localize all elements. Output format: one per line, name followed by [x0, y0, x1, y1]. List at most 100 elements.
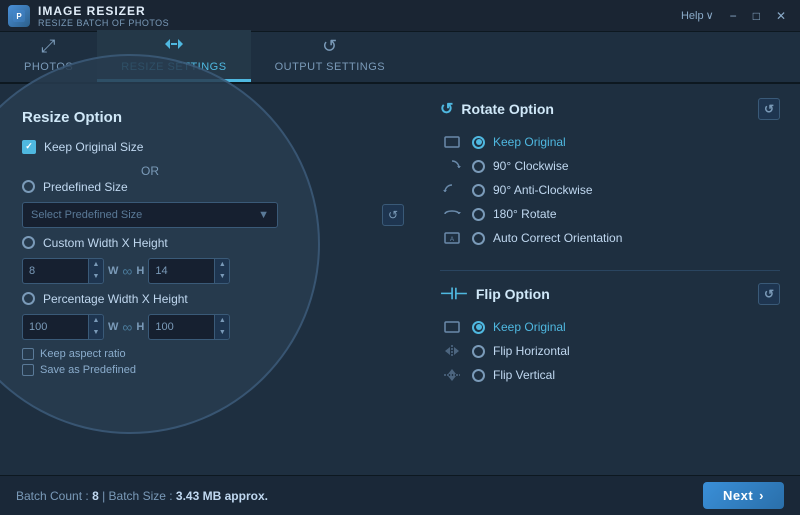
next-arrow-icon: ›: [759, 488, 764, 503]
rotate-180-icon: [440, 205, 464, 223]
custom-height-down[interactable]: ▼: [215, 271, 229, 283]
save-predefined-checkbox[interactable]: [22, 364, 34, 376]
resize-option-title: Resize Option: [22, 109, 278, 126]
pct-width-up[interactable]: ▲: [89, 315, 103, 327]
percentage-wh-label: Percentage Width X Height: [43, 292, 188, 306]
custom-width-up[interactable]: ▲: [89, 259, 103, 271]
close-button[interactable]: ✕: [770, 7, 792, 25]
custom-width-input[interactable]: 8 ▲ ▼: [22, 258, 104, 284]
pct-height-value: 100: [148, 314, 214, 340]
custom-wh-inputs: 8 ▲ ▼ W ∞ H 14 ▲ ▼: [22, 258, 278, 284]
help-button[interactable]: Help ∨: [675, 7, 720, 24]
predefined-size-radio[interactable]: [22, 180, 35, 193]
custom-height-input[interactable]: 14 ▲ ▼: [148, 258, 230, 284]
pct-width-input[interactable]: 100 ▲ ▼: [22, 314, 104, 340]
pct-height-up[interactable]: ▲: [215, 315, 229, 327]
output-tab-label: OUTPUT SETTINGS: [275, 61, 386, 73]
title-bar-left: P IMAGE RESIZER RESIZE BATCH OF PHOTOS: [8, 4, 169, 28]
next-button-label: Next: [723, 488, 753, 503]
rotate-90cw-radio[interactable]: [472, 160, 485, 173]
pct-width-down[interactable]: ▼: [89, 327, 103, 339]
custom-width-arrows: ▲ ▼: [88, 258, 104, 284]
flip-option-section: ⊣⊢ Flip Option ↺ Keep Original: [440, 283, 780, 387]
flip-vertical-row: Flip Vertical: [440, 363, 780, 387]
flip-section-icon: ⊣⊢: [440, 284, 468, 304]
rotate-reset-button[interactable]: ↺: [758, 98, 780, 120]
or-label: OR: [22, 164, 278, 178]
flip-horizontal-icon: [440, 342, 464, 360]
bottom-bar: Batch Count : 8 | Batch Size : 3.43 MB a…: [0, 475, 800, 515]
next-button[interactable]: Next ›: [703, 482, 784, 509]
rotate-90ccw-label: 90° Anti-Clockwise: [493, 183, 593, 197]
pct-height-down[interactable]: ▼: [215, 327, 229, 339]
custom-wh-label: Custom Width X Height: [43, 236, 168, 250]
predefined-size-select[interactable]: Select Predefined Size ▼: [22, 202, 278, 228]
save-as-predefined-row: Save as Predefined: [22, 364, 278, 376]
rotate-keep-original-label: Keep Original: [493, 135, 566, 149]
keep-aspect-ratio-label: Keep aspect ratio: [40, 348, 126, 360]
save-predefined-label: Save as Predefined: [40, 364, 136, 376]
app-subtitle: RESIZE BATCH OF PHOTOS: [38, 18, 169, 28]
custom-wh-row: Custom Width X Height: [22, 236, 278, 250]
rotate-180-radio[interactable]: [472, 208, 485, 221]
keep-aspect-ratio-row: Keep aspect ratio: [22, 348, 278, 360]
rotate-90cw-icon: [440, 157, 464, 175]
rotate-auto-icon: A: [440, 229, 464, 247]
pct-link-icon: ∞: [122, 319, 132, 335]
h-label: H: [136, 265, 144, 277]
rotate-keep-original-row: Keep Original: [440, 130, 780, 154]
batch-size-label: Batch Size :: [109, 489, 173, 503]
flip-vertical-label: Flip Vertical: [493, 368, 555, 382]
flip-vertical-radio[interactable]: [472, 369, 485, 382]
dropdown-arrow-icon: ▼: [258, 209, 269, 221]
pct-height-input[interactable]: 100 ▲ ▼: [148, 314, 230, 340]
rotate-90ccw-radio[interactable]: [472, 184, 485, 197]
app-title: IMAGE RESIZER RESIZE BATCH OF PHOTOS: [38, 4, 169, 28]
flip-reset-button[interactable]: ↺: [758, 283, 780, 305]
minimize-button[interactable]: −: [724, 7, 743, 25]
keep-original-size-label: Keep Original Size: [44, 140, 143, 154]
rotate-90ccw-row: 90° Anti-Clockwise: [440, 178, 780, 202]
pct-width-arrows: ▲ ▼: [88, 314, 104, 340]
predefined-size-label: Predefined Size: [43, 180, 128, 194]
rotate-auto-radio[interactable]: [472, 232, 485, 245]
right-panel: ↺ Rotate Option ↺ Keep Original: [420, 84, 800, 475]
rotate-auto-label: Auto Correct Orientation: [493, 231, 622, 245]
resize-reset-button[interactable]: ↺: [382, 204, 404, 226]
app-name: IMAGE RESIZER: [38, 4, 169, 18]
custom-width-down[interactable]: ▼: [89, 271, 103, 283]
custom-wh-radio[interactable]: [22, 236, 35, 249]
rotate-keep-original-icon: [440, 133, 464, 151]
rotate-section-icon: ↺: [440, 99, 453, 119]
flip-keep-original-icon: [440, 318, 464, 336]
rotate-90cw-label: 90° Clockwise: [493, 159, 569, 173]
keep-aspect-ratio-checkbox[interactable]: [22, 348, 34, 360]
custom-height-up[interactable]: ▲: [215, 259, 229, 271]
left-panel: Resize Option ✓ Keep Original Size OR Pr…: [0, 84, 420, 475]
flip-keep-original-label: Keep Original: [493, 320, 566, 334]
flip-horizontal-radio[interactable]: [472, 345, 485, 358]
tab-output-settings[interactable]: ↺ OUTPUT SETTINGS: [251, 30, 410, 82]
batch-count-value: 8: [92, 489, 99, 503]
pct-h-label: H: [136, 321, 144, 333]
flip-option-title: ⊣⊢ Flip Option ↺: [440, 283, 780, 305]
flip-horizontal-row: Flip Horizontal: [440, 339, 780, 363]
keep-original-size-checkbox[interactable]: ✓: [22, 140, 36, 154]
maximize-button[interactable]: □: [747, 7, 766, 25]
pct-w-label: W: [108, 321, 118, 333]
rotate-option-title: ↺ Rotate Option ↺: [440, 98, 780, 120]
section-divider: [440, 270, 780, 271]
flip-keep-original-radio[interactable]: [472, 321, 485, 334]
batch-size-value: 3.43 MB approx.: [176, 489, 268, 503]
rotate-option-section: ↺ Rotate Option ↺ Keep Original: [440, 98, 780, 250]
flip-vertical-icon: [440, 366, 464, 384]
title-bar-controls: Help ∨ − □ ✕: [675, 7, 792, 25]
pct-height-arrows: ▲ ▼: [214, 314, 230, 340]
percentage-wh-inputs: 100 ▲ ▼ W ∞ H 100 ▲ ▼: [22, 314, 278, 340]
main-content: Resize Option ✓ Keep Original Size OR Pr…: [0, 84, 800, 475]
percentage-wh-radio[interactable]: [22, 292, 35, 305]
rotate-auto-row: A Auto Correct Orientation: [440, 226, 780, 250]
rotate-keep-original-radio[interactable]: [472, 136, 485, 149]
resize-reset-area: ↺: [382, 204, 404, 226]
app-icon: P: [8, 5, 30, 27]
